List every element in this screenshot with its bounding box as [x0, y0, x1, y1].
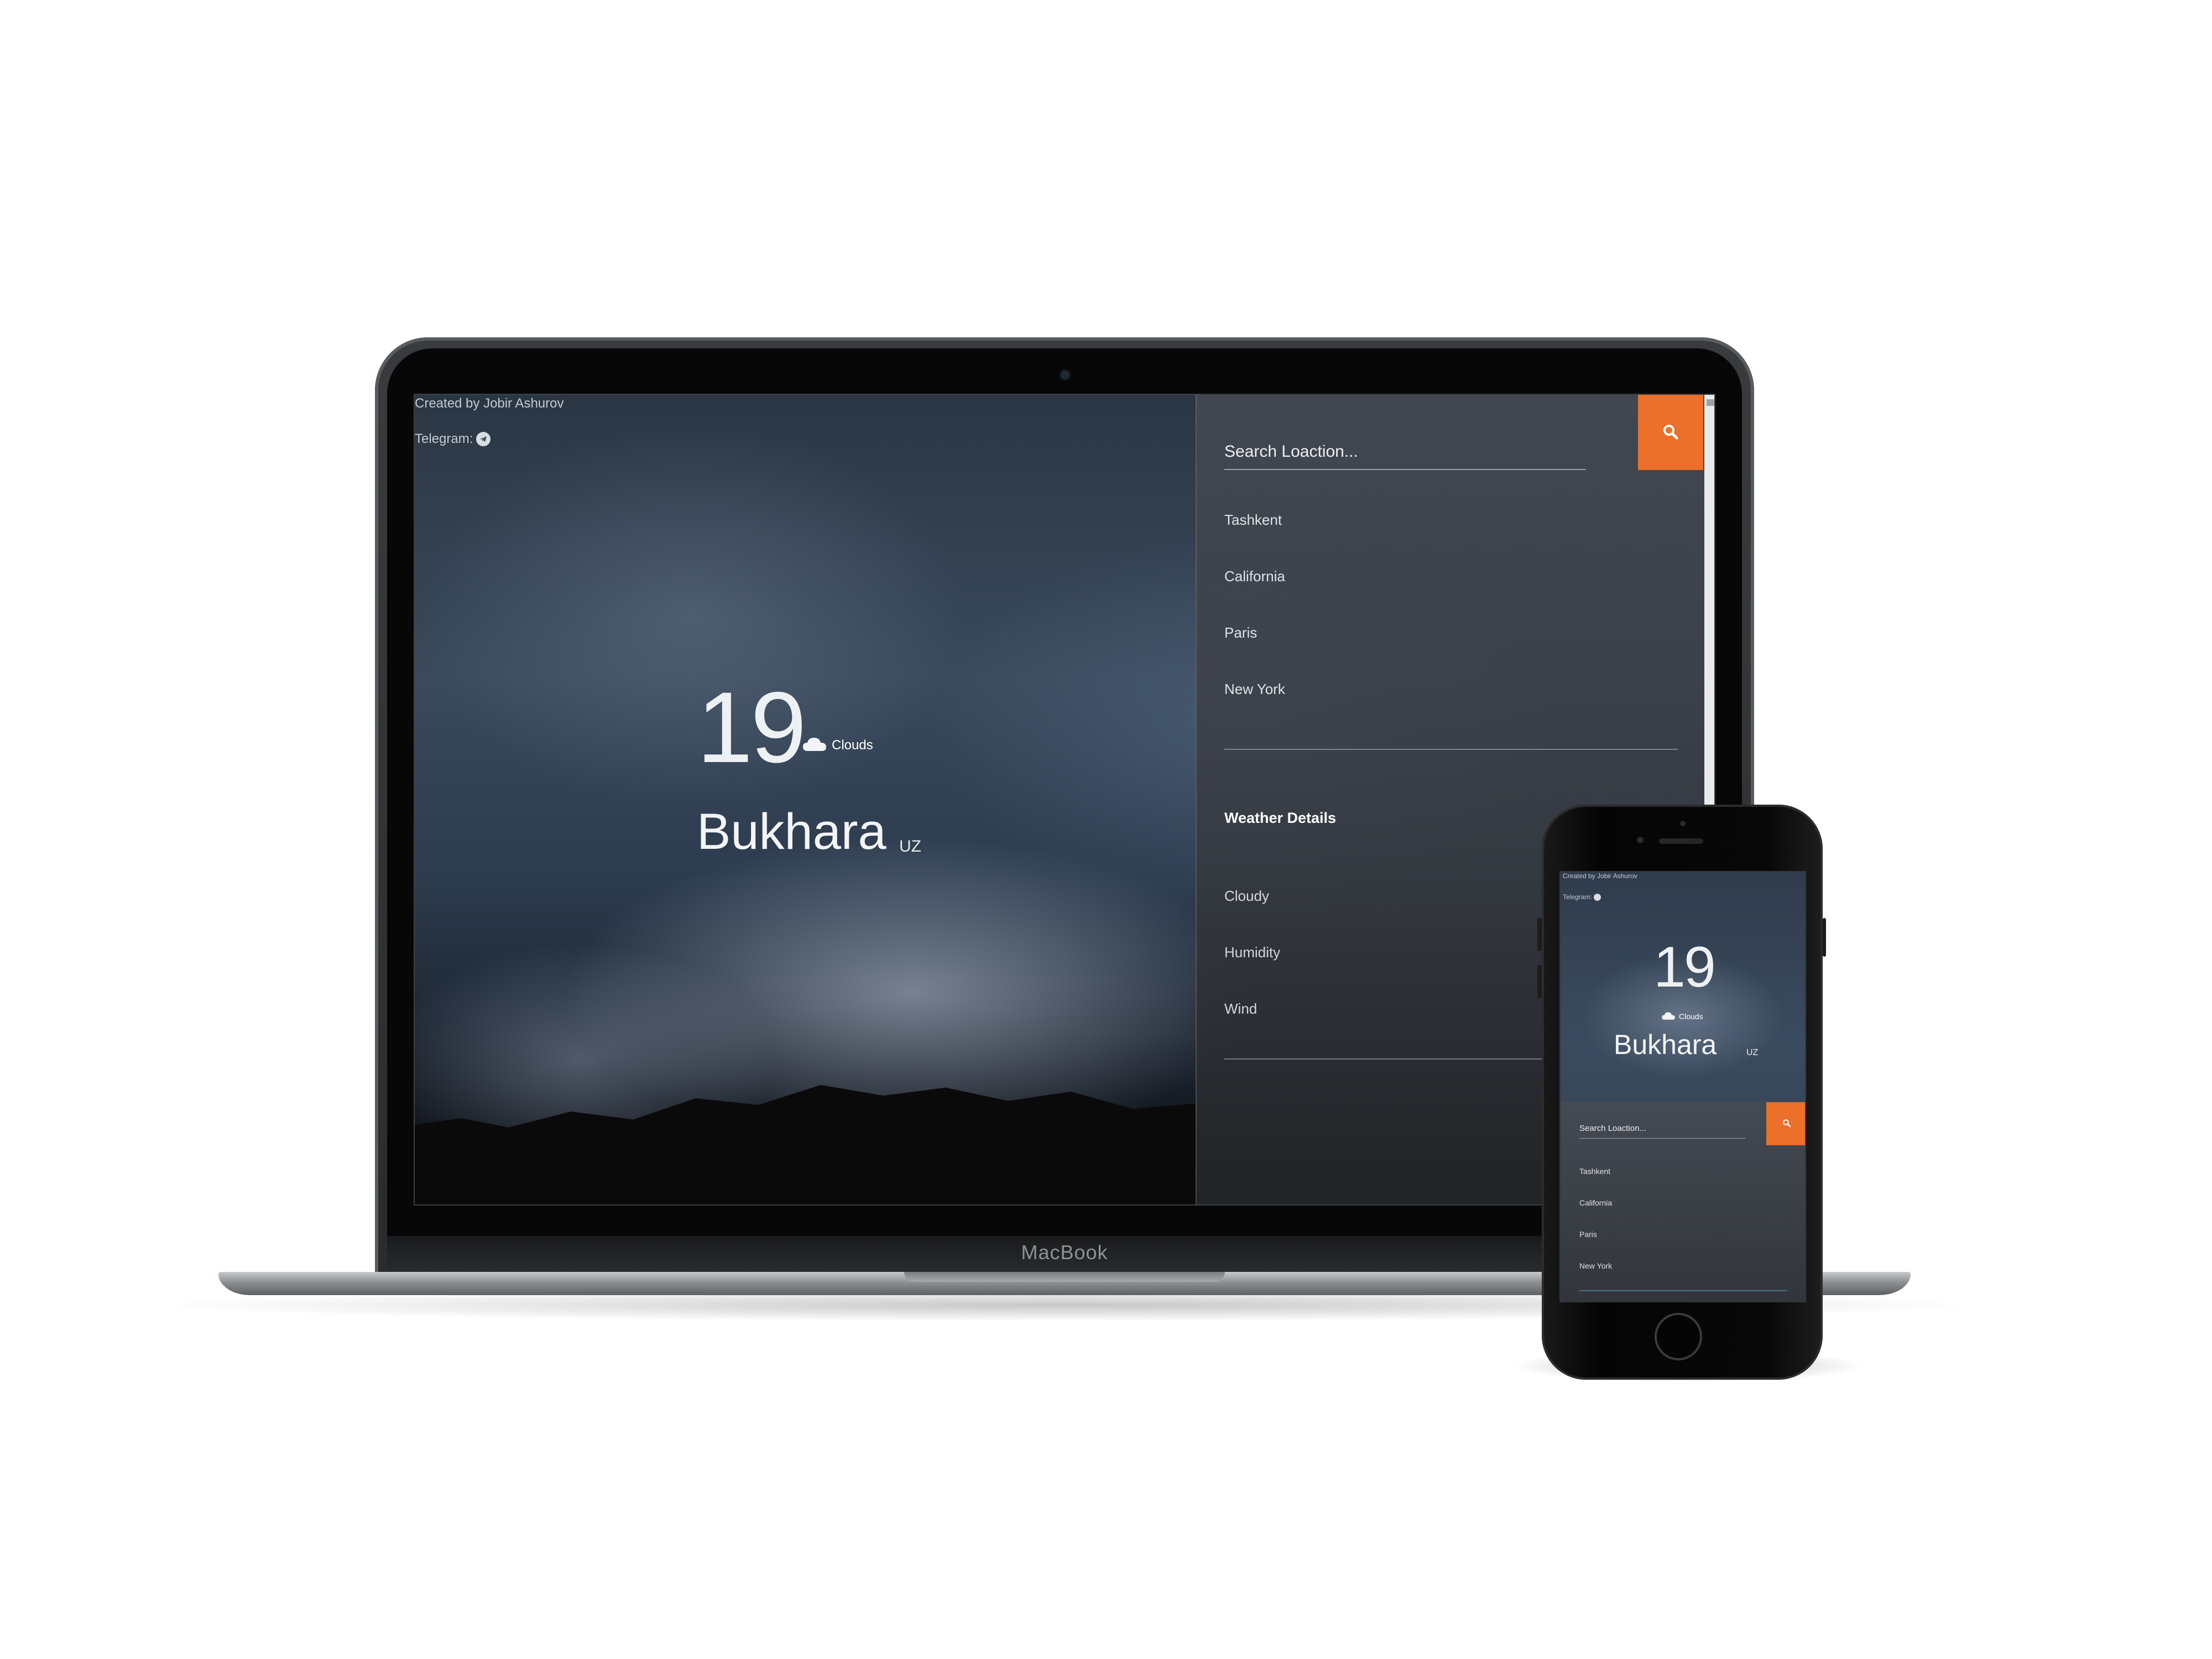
location-item-new-york[interactable]: New York: [1224, 679, 1285, 735]
mobile-location-item-california[interactable]: California: [1579, 1198, 1612, 1229]
mobile-screen: Created by Jobir Ashurov Telegram: 19 Cl…: [1559, 871, 1806, 1302]
search-icon: [1662, 424, 1679, 442]
mobile-location-item-tashkent[interactable]: Tashkent: [1579, 1166, 1612, 1198]
mobile-search-button[interactable]: [1766, 1102, 1805, 1145]
scrollbar-thumb[interactable]: [1707, 399, 1714, 406]
telegram-icon[interactable]: [476, 432, 491, 446]
phone-volume-button: [1537, 918, 1542, 951]
phone-sensor: [1680, 821, 1686, 826]
weather-details-list: Cloudy Humidity Wind: [1224, 886, 1280, 1055]
detail-cloudy: Cloudy: [1224, 888, 1269, 904]
phone-speaker: [1659, 838, 1703, 844]
weather-details-title: Weather Details: [1224, 810, 1337, 826]
desktop-screen: Created by Jobir Ashurov Telegram: 19 Cl…: [414, 394, 1715, 1206]
telegram-link[interactable]: Telegram:: [415, 430, 491, 448]
country-code: UZ: [899, 837, 921, 855]
mobile-temperature-value: 19: [1653, 935, 1716, 999]
mobile-telegram-link[interactable]: Telegram:: [1563, 893, 1601, 901]
laptop-camera: [1061, 371, 1070, 379]
mobile-telegram-label: Telegram:: [1563, 893, 1592, 901]
mobile-side-panel: Tashkent California Paris New York: [1561, 1102, 1805, 1301]
phone-home-button: [1655, 1313, 1702, 1360]
location-item-paris[interactable]: Paris: [1224, 623, 1285, 679]
detail-humidity: Humidity: [1224, 944, 1281, 961]
location-item-tashkent[interactable]: Tashkent: [1224, 510, 1285, 566]
treeline-silhouette: [415, 1085, 1196, 1204]
phone-volume-button: [1537, 965, 1542, 998]
mobile-location-item-paris[interactable]: Paris: [1579, 1229, 1612, 1261]
mobile-location-list: Tashkent California Paris New York: [1579, 1166, 1612, 1292]
cloud-icon: [802, 734, 827, 756]
condition: Clouds: [802, 734, 873, 756]
search-icon: [1782, 1119, 1791, 1129]
telegram-label: Telegram:: [415, 431, 473, 446]
mobile-location-item-new-york[interactable]: New York: [1579, 1261, 1612, 1292]
divider: [1224, 749, 1678, 750]
laptop-notch: [904, 1272, 1225, 1282]
mobile-condition: Clouds: [1661, 1010, 1703, 1022]
author-credit: Created by Jobir Ashurov: [415, 396, 564, 411]
mobile-search-input[interactable]: [1579, 1119, 1745, 1139]
cloud-icon: [1661, 1010, 1676, 1022]
telegram-icon[interactable]: [1593, 893, 1601, 901]
location-list: Tashkent California Paris New York: [1224, 510, 1285, 735]
mobile-condition-label: Clouds: [1679, 1011, 1703, 1021]
location-item-california[interactable]: California: [1224, 566, 1285, 623]
laptop-brand: MacBook: [1021, 1241, 1108, 1264]
mobile-divider: [1579, 1290, 1787, 1291]
phone-camera: [1637, 837, 1644, 843]
mobile-city-name: Bukhara: [1614, 1029, 1717, 1060]
detail-wind: Wind: [1224, 1000, 1258, 1017]
temperature-value: 19: [697, 671, 806, 784]
search-input[interactable]: [1224, 435, 1586, 470]
mobile-country-code: UZ: [1746, 1048, 1759, 1057]
city-name: Bukhara: [697, 804, 886, 860]
condition-label: Clouds: [832, 737, 873, 753]
phone-power-button: [1823, 918, 1826, 957]
mobile-author-credit: Created by Jobir Ashurov: [1563, 872, 1637, 880]
search-button[interactable]: [1638, 395, 1703, 470]
